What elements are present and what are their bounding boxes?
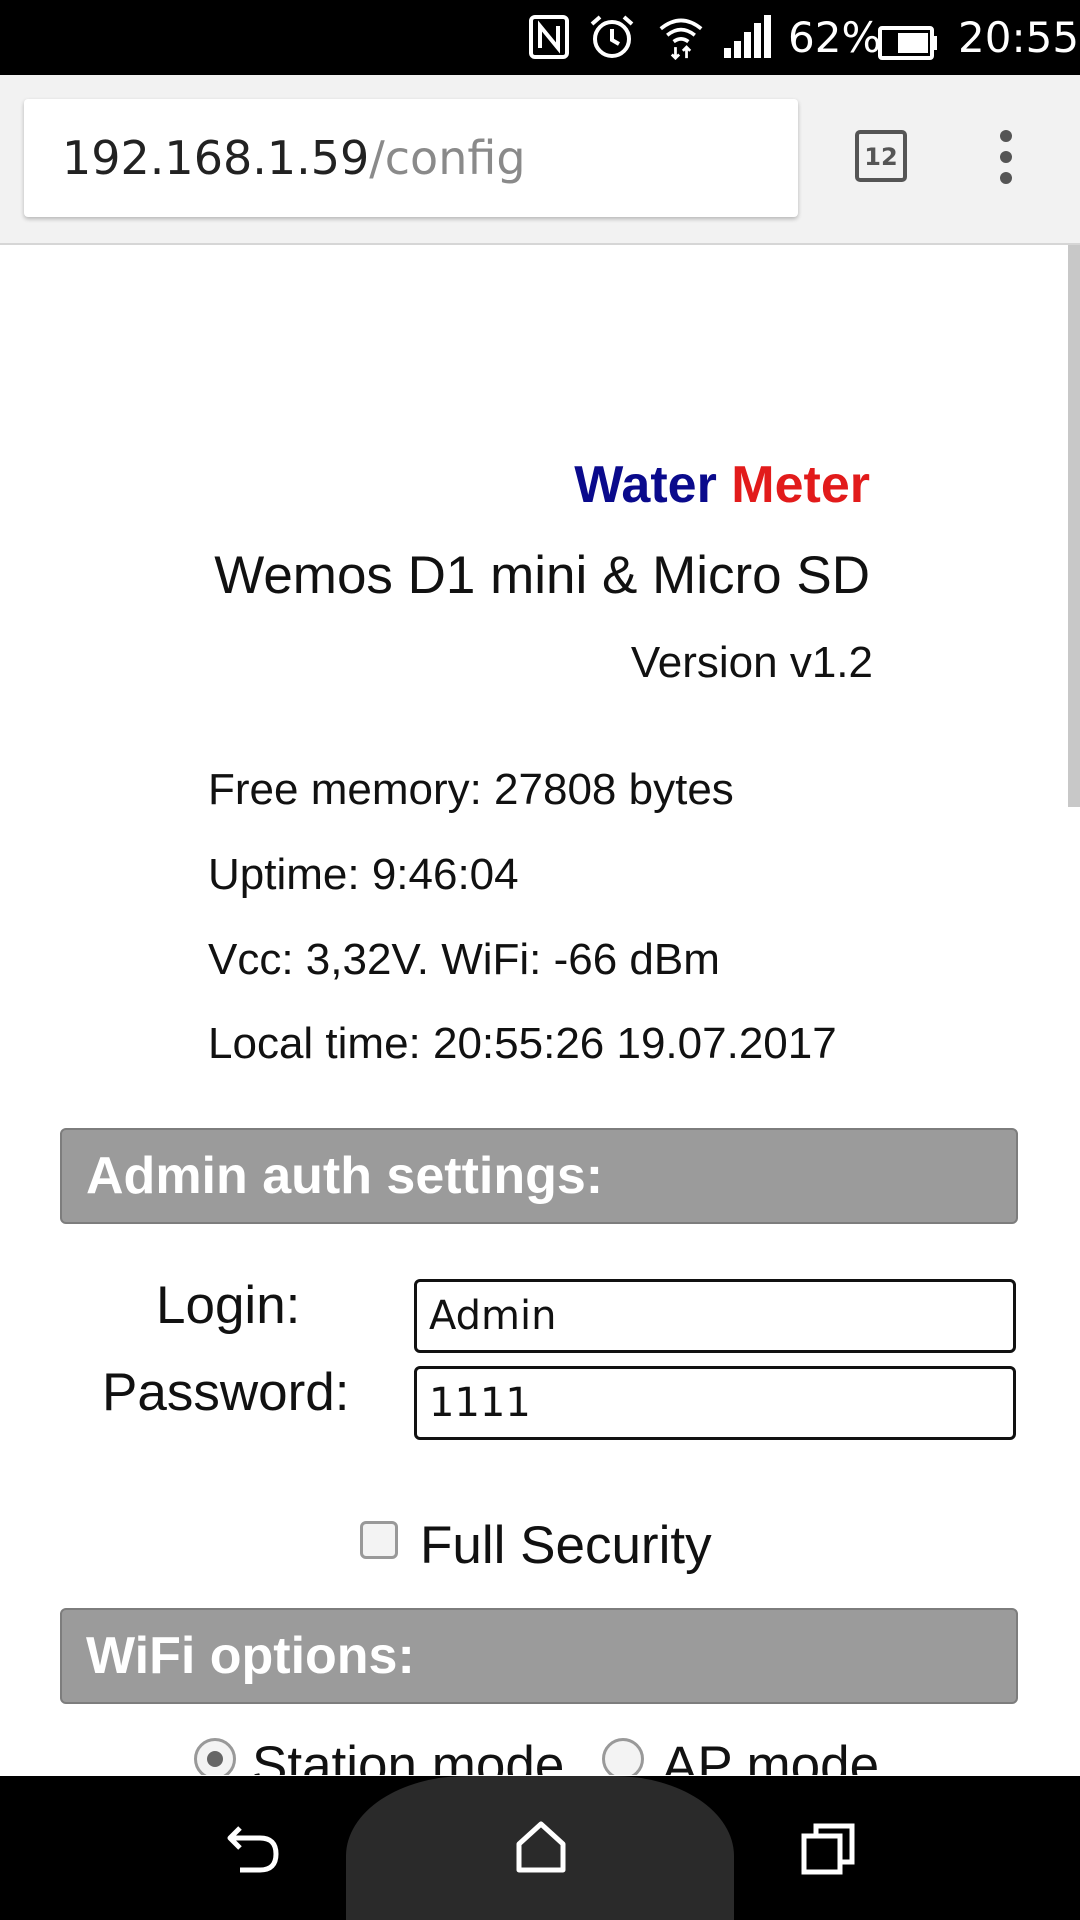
page-title: Water Meter	[574, 455, 870, 515]
full-security-label[interactable]: Full Security	[420, 1515, 712, 1576]
status-bar: 62% 20:55	[0, 0, 1080, 75]
signal-icon	[724, 15, 771, 58]
uptime-text: Uptime: 9:46:04	[208, 850, 519, 899]
url-text[interactable]: 192.168.1.59/config	[62, 99, 526, 217]
tab-switcher-button[interactable]: 12	[855, 130, 907, 182]
url-host: 192.168.1.59	[62, 131, 370, 185]
wifi-section-title: WiFi options:	[86, 1627, 415, 1685]
overflow-menu-icon[interactable]	[996, 130, 1016, 184]
alarm-icon	[590, 15, 634, 58]
password-input[interactable]	[414, 1366, 1016, 1440]
login-label: Login:	[156, 1276, 301, 1335]
login-input[interactable]	[414, 1279, 1016, 1353]
wifi-icon	[659, 18, 703, 60]
vcc-wifi-text: Vcc: 3,32V. WiFi: -66 dBm	[208, 935, 720, 984]
battery-percent: 62%	[788, 13, 882, 62]
navigation-bar	[0, 1776, 1080, 1920]
station-mode-label[interactable]: Station mode	[252, 1735, 564, 1775]
full-security-checkbox[interactable]	[360, 1521, 398, 1559]
local-time-text: Local time: 20:55:26 19.07.2017	[208, 1019, 837, 1068]
home-icon[interactable]	[515, 1820, 567, 1874]
admin-section-title: Admin auth settings:	[86, 1147, 604, 1205]
title-meter: Meter	[731, 456, 870, 514]
title-water: Water	[574, 456, 717, 514]
status-time: 20:55	[958, 13, 1080, 62]
version-text: Version v1.2	[630, 638, 873, 687]
device-subtitle: Wemos D1 mini & Micro SD	[214, 546, 870, 605]
page-scrollbar[interactable]	[1068, 245, 1080, 807]
url-path: /config	[369, 131, 526, 185]
back-icon[interactable]	[226, 1824, 282, 1874]
ap-mode-label[interactable]: AP mode	[662, 1735, 879, 1775]
wifi-section-header: WiFi options:	[60, 1608, 1018, 1704]
station-mode-radio[interactable]	[194, 1738, 236, 1775]
battery-icon	[878, 26, 937, 60]
address-bar[interactable]: 192.168.1.59/config	[24, 99, 798, 217]
ap-mode-radio[interactable]	[602, 1738, 644, 1775]
password-label: Password:	[102, 1363, 350, 1422]
web-page: Water Meter Wemos D1 mini & Micro SD Ver…	[0, 245, 1070, 1775]
free-memory-text: Free memory: 27808 bytes	[208, 765, 734, 814]
browser-toolbar: 192.168.1.59/config 12	[0, 75, 1080, 245]
admin-section-header: Admin auth settings:	[60, 1128, 1018, 1224]
recents-icon[interactable]	[800, 1822, 856, 1876]
nfc-icon	[529, 15, 569, 59]
